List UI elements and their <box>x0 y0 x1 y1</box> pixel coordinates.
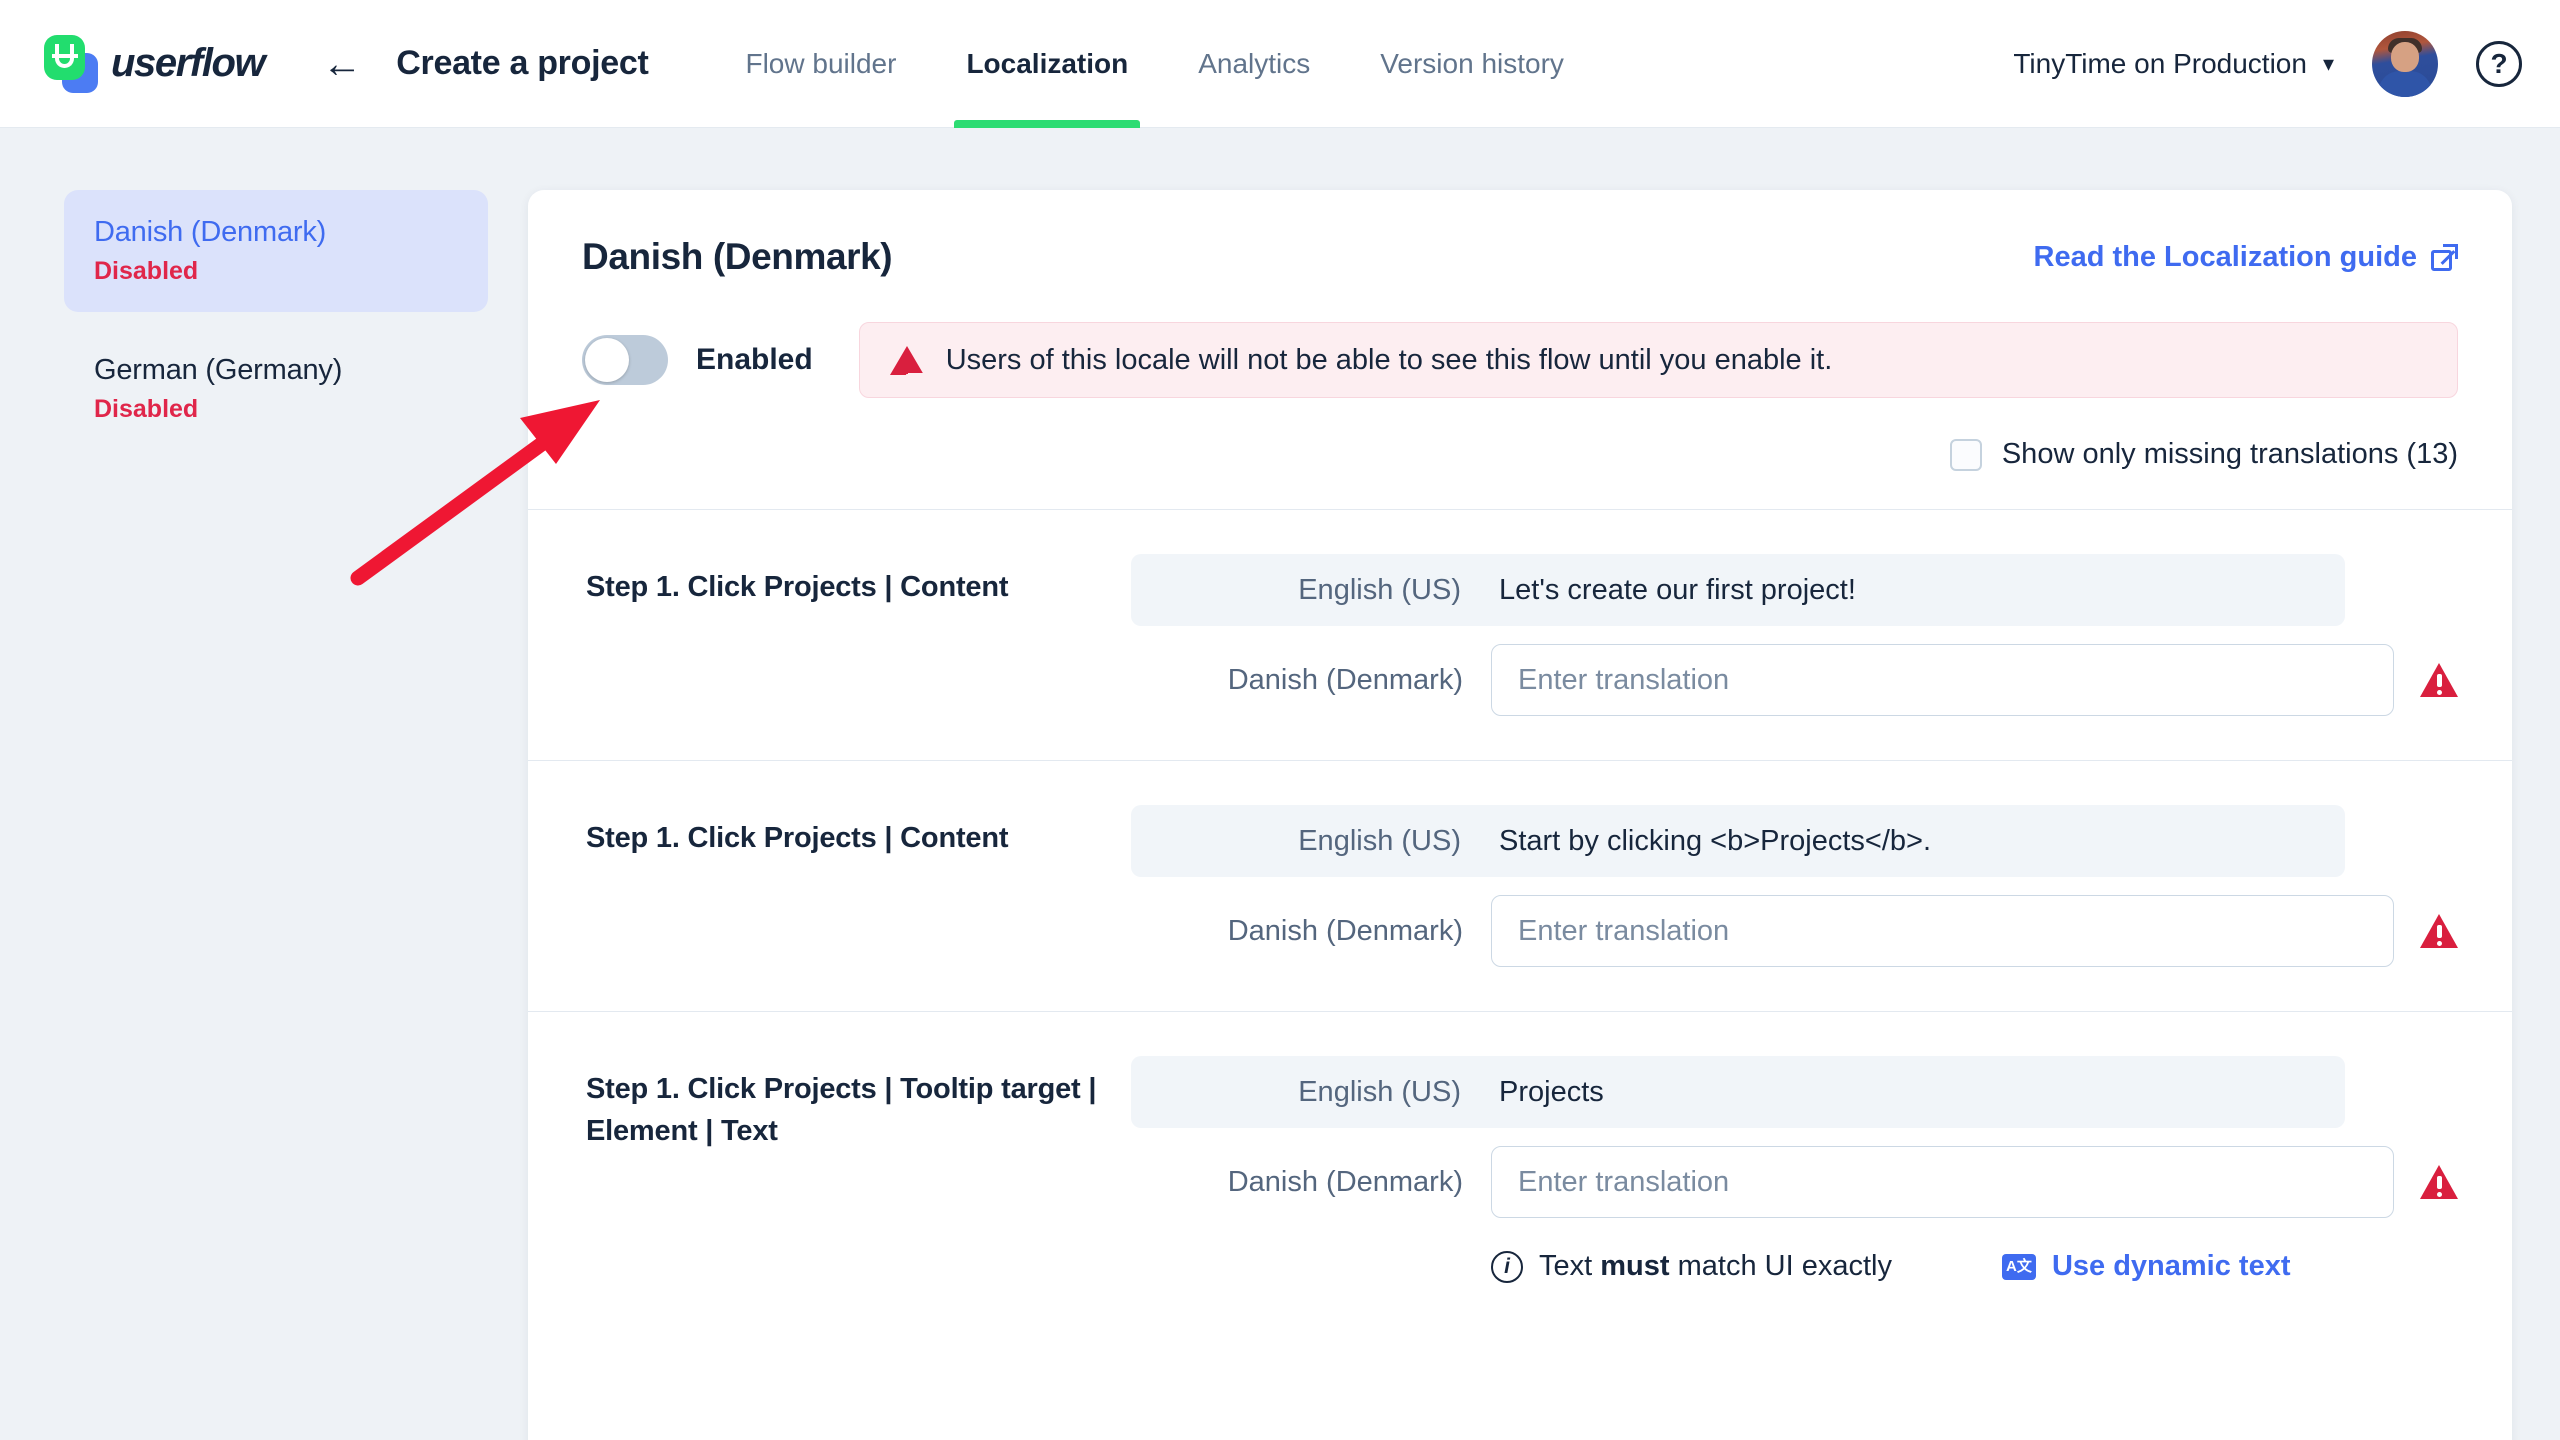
locale-name: German (Germany) <box>94 354 343 386</box>
translation-key: Step 1. Click Projects | Content <box>586 571 1009 603</box>
error-warning-icon <box>2420 663 2458 697</box>
source-line: English (US) Let's create our first proj… <box>1131 554 2345 626</box>
locale-status-badge: Disabled <box>94 395 199 423</box>
tab-flow-builder[interactable]: Flow builder <box>710 0 931 128</box>
hint-prefix: Text <box>1539 1250 1601 1282</box>
card-title: Danish (Denmark) <box>582 236 893 277</box>
localization-card: Danish (Denmark) Read the Localization g… <box>528 190 2512 1440</box>
source-text-value: Let's create our first project! <box>1499 573 1856 606</box>
warning-text: Users of this locale will not be able to… <box>945 343 1833 376</box>
avatar[interactable] <box>2372 30 2438 97</box>
translation-fields: English (US) Let's create our first proj… <box>1131 554 2458 716</box>
target-language-label: Danish (Denmark) <box>1227 1165 1463 1198</box>
disabled-warning-banner: Users of this locale will not be able to… <box>858 322 2458 398</box>
target-language-label: Danish (Denmark) <box>1227 914 1463 947</box>
info-circle-icon: i <box>1491 1250 1523 1283</box>
translation-key: Step 1. Click Projects | Content <box>586 822 1009 854</box>
translation-key: Step 1. Click Projects | Tooltip target … <box>586 1073 1097 1148</box>
userflow-logo-icon <box>44 34 98 93</box>
page-body: Danish (Denmark) Disabled German (German… <box>0 128 2560 1440</box>
source-line: English (US) Projects <box>1131 1056 2345 1128</box>
match-ui-hint: Text must match UI exactly <box>1539 1250 1892 1283</box>
sidebar-item-german[interactable]: German (Germany) Disabled <box>64 328 488 450</box>
error-warning-icon <box>2420 1165 2458 1199</box>
translation-input[interactable] <box>1491 895 2394 967</box>
header-right-group: TinyTime on Production ▾ ? <box>2013 30 2522 97</box>
hint-bold: must <box>1600 1250 1670 1282</box>
back-arrow-icon[interactable]: ← <box>322 44 362 84</box>
source-language-label: English (US) <box>1298 1075 1461 1108</box>
enabled-toggle[interactable] <box>582 335 668 385</box>
translate-icon: A文 <box>2001 1253 2036 1280</box>
table-row: Step 1. Click Projects | Content English… <box>528 761 2512 1012</box>
source-line: English (US) Start by clicking <b>Projec… <box>1131 805 2345 877</box>
show-only-missing-checkbox[interactable] <box>1949 438 1982 471</box>
read-localization-guide-link[interactable]: Read the Localization guide <box>2033 240 2458 274</box>
table-row: Step 1. Click Projects | Content English… <box>528 510 2512 761</box>
show-only-missing-label[interactable]: Show only missing translations (13) <box>2002 438 2458 471</box>
logo-text: userflow <box>111 41 266 85</box>
use-dynamic-text-label: Use dynamic text <box>2051 1250 2291 1282</box>
tab-version-history[interactable]: Version history <box>1345 0 1599 128</box>
source-language-label: English (US) <box>1298 824 1461 857</box>
card-header: Danish (Denmark) Read the Localization g… <box>528 190 2512 278</box>
use-dynamic-text-link[interactable]: A文 Use dynamic text <box>2001 1250 2291 1283</box>
sidebar-item-danish[interactable]: Danish (Denmark) Disabled <box>64 190 488 312</box>
translation-fields: English (US) Projects Danish (Denmark) i… <box>1131 1056 2458 1283</box>
target-line: Danish (Denmark) <box>1131 1146 2458 1218</box>
target-line: Danish (Denmark) <box>1131 644 2458 716</box>
translation-input[interactable] <box>1491 1146 2394 1218</box>
main-nav: Flow builder Localization Analytics Vers… <box>710 0 1598 128</box>
tab-localization[interactable]: Localization <box>931 0 1163 128</box>
tab-analytics[interactable]: Analytics <box>1163 0 1345 128</box>
environment-selector[interactable]: TinyTime on Production ▾ <box>2013 48 2334 80</box>
external-link-icon <box>2431 243 2458 271</box>
source-text-value: Projects <box>1499 1075 1604 1108</box>
source-language-label: English (US) <box>1298 573 1461 606</box>
enabled-toggle-label: Enabled <box>696 343 813 376</box>
hint-suffix: match UI exactly <box>1669 1250 1892 1282</box>
locale-name: Danish (Denmark) <box>94 216 327 248</box>
error-warning-icon <box>2420 914 2458 948</box>
locale-status-badge: Disabled <box>94 257 199 285</box>
target-line: Danish (Denmark) <box>1131 895 2458 967</box>
table-row: Step 1. Click Projects | Tooltip target … <box>528 1012 2512 1327</box>
translation-fields: English (US) Start by clicking <b>Projec… <box>1131 805 2458 967</box>
locale-sidebar: Danish (Denmark) Disabled German (German… <box>0 128 528 466</box>
warning-triangle-icon <box>889 345 940 392</box>
translation-input[interactable] <box>1491 644 2394 716</box>
translation-hint-row: i Text must match UI exactly A文 Use dyna… <box>1491 1236 2458 1283</box>
source-text-value: Start by clicking <b>Projects</b>. <box>1499 824 1931 857</box>
enable-locale-row: Enabled Users of this locale will not be… <box>528 278 2512 398</box>
help-question-icon[interactable]: ? <box>2476 40 2522 87</box>
target-language-label: Danish (Denmark) <box>1227 663 1463 696</box>
missing-translations-filter: Show only missing translations (13) <box>528 398 2512 510</box>
chevron-down-icon: ▾ <box>2322 50 2334 76</box>
app-header: userflow ← Create a project Flow builder… <box>0 0 2560 128</box>
page-title: Create a project <box>396 44 649 82</box>
userflow-logo[interactable]: userflow <box>44 34 266 93</box>
environment-label: TinyTime on Production <box>2013 47 2307 79</box>
guide-link-label: Read the Localization guide <box>2033 240 2418 273</box>
